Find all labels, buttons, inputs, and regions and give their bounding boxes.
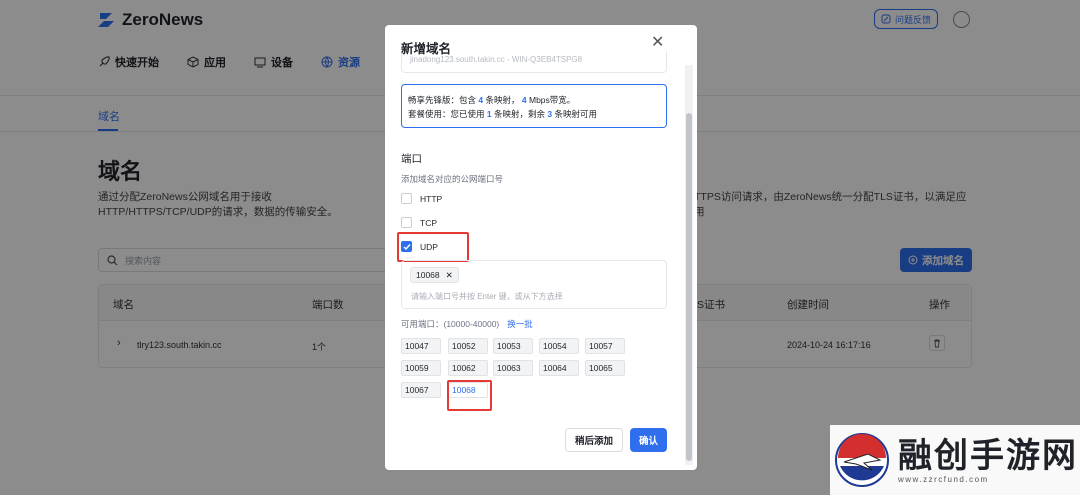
- checkbox-icon[interactable]: [401, 217, 412, 228]
- port-chip[interactable]: 10052: [448, 338, 488, 354]
- plan-quota-line: 畅享先锋版：包含 4 条映射， 4 Mbps带宽。: [408, 95, 576, 105]
- highlight-box-udp: [397, 232, 469, 262]
- dialog-title: 新增域名: [401, 42, 452, 56]
- port-chip[interactable]: 10057: [585, 338, 625, 354]
- port-tag: 10068 ✕: [410, 267, 459, 283]
- watermark-url: www.zzrcfund.com: [898, 474, 989, 484]
- watermark-text: 融创手游网: [898, 436, 1078, 475]
- plan-info-box: 畅享先锋版：包含 4 条映射， 4 Mbps带宽。 套餐使用：您已使用 1 条映…: [401, 84, 667, 128]
- port-chip[interactable]: 10067: [401, 382, 441, 398]
- port-chip[interactable]: 10064: [539, 360, 579, 376]
- add-domain-dialog: jinadong123.south.takin.cc - WIN-Q3EB4TS…: [385, 25, 697, 470]
- add-later-button[interactable]: 稍后添加: [565, 428, 623, 452]
- port-chip[interactable]: 10053: [493, 338, 533, 354]
- watermark-logo-icon: [835, 433, 889, 487]
- port-chip[interactable]: 10047: [401, 338, 441, 354]
- port-chip[interactable]: 10063: [493, 360, 533, 376]
- highlight-box-port: [447, 380, 492, 411]
- checkbox-icon[interactable]: [401, 193, 412, 204]
- port-chip[interactable]: 10062: [448, 360, 488, 376]
- available-ports-label: 可用端口：(10000-40000) 换一批: [401, 319, 533, 329]
- close-icon[interactable]: ✕: [651, 35, 664, 51]
- port-section-hint: 添加域名对应的公网端口号: [401, 174, 504, 184]
- confirm-button[interactable]: 确认: [630, 428, 667, 452]
- port-section-title: 端口: [401, 153, 422, 165]
- tag-remove-icon[interactable]: ✕: [446, 270, 453, 281]
- protocol-http-checkbox[interactable]: HTTP: [401, 193, 442, 204]
- port-chip[interactable]: 10054: [539, 338, 579, 354]
- port-input-placeholder: 请输入端口号并按 Enter 键，或从下方选择: [411, 292, 563, 301]
- protocol-tcp-checkbox[interactable]: TCP: [401, 217, 437, 228]
- plan-usage-line: 套餐使用：您已使用 1 条映射，剩余 3 条映射可用: [408, 109, 598, 119]
- watermark: 融创手游网 www.zzrcfund.com: [830, 425, 1080, 495]
- port-tag-input[interactable]: 10068 ✕ 请输入端口号并按 Enter 键，或从下方选择: [401, 260, 667, 309]
- port-chip[interactable]: 10065: [585, 360, 625, 376]
- refresh-ports-link[interactable]: 换一批: [507, 319, 533, 329]
- port-chip[interactable]: 10059: [401, 360, 441, 376]
- scrollbar-thumb[interactable]: [686, 113, 692, 461]
